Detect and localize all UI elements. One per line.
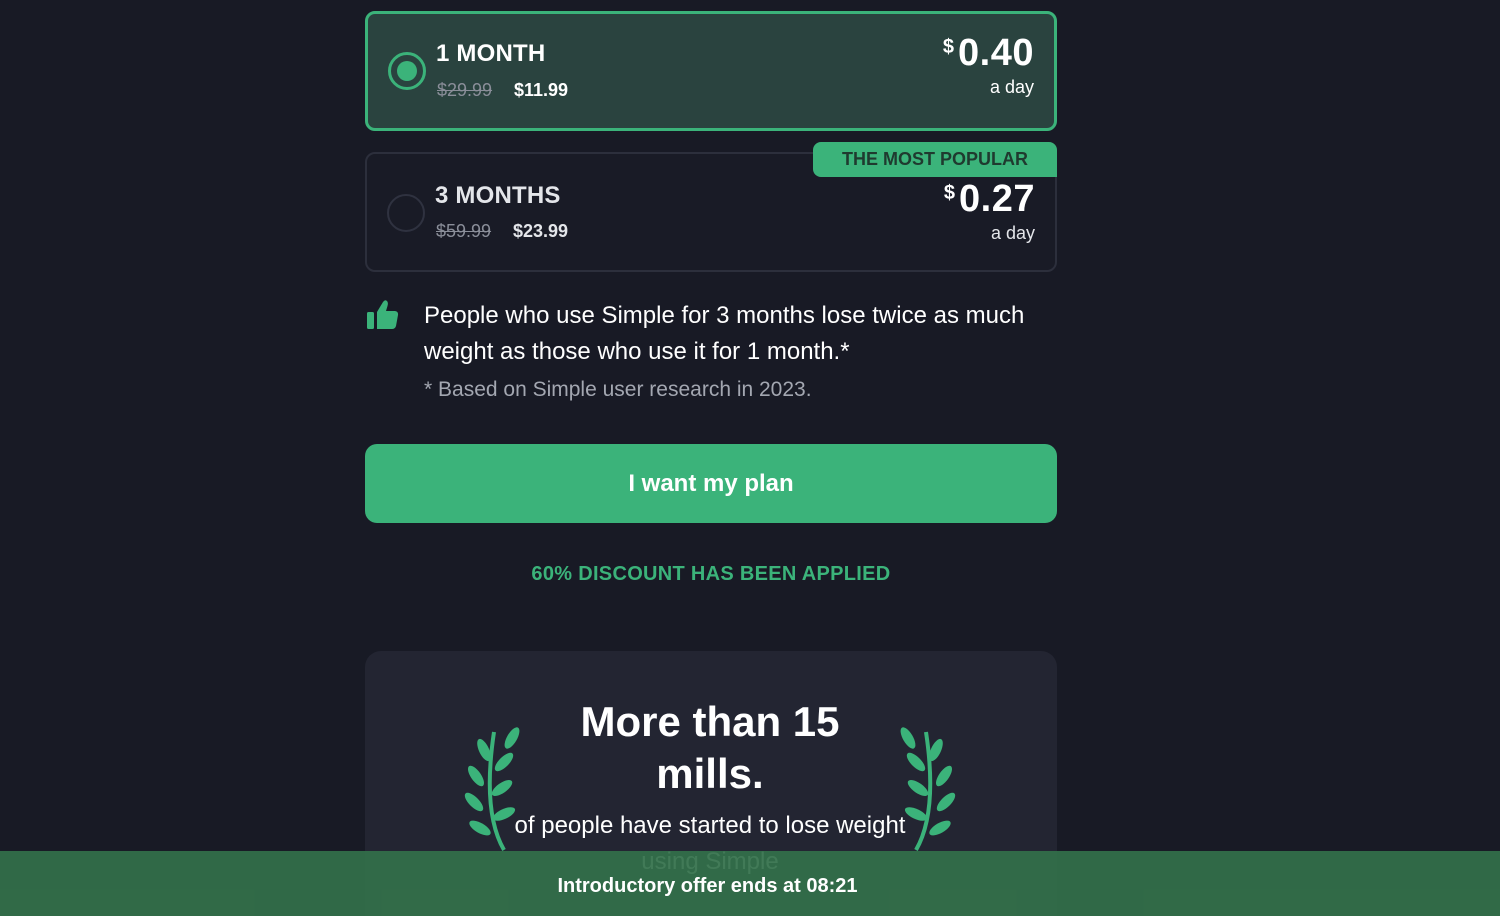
per-day-label: a day xyxy=(989,77,1034,97)
currency-symbol: $ xyxy=(943,182,956,204)
plan-new-price: $23.99 xyxy=(513,221,569,241)
offer-timer-text: Introductory offer ends at 08:21 xyxy=(557,875,858,897)
per-day-price-block: $0.27 a day xyxy=(944,178,1035,244)
want-my-plan-button[interactable]: I want my plan xyxy=(365,444,1057,523)
pricing-page: 1 MONTH $29.99 $11.99 $0.40 a day THE MO… xyxy=(0,0,1500,916)
plan-name: 3 MONTHS xyxy=(435,182,561,209)
per-day-price: 0.40 xyxy=(958,32,1034,74)
per-day-price-block: $0.40 a day xyxy=(943,32,1034,98)
most-popular-badge: THE MOST POPULAR xyxy=(813,142,1057,177)
plan-new-price: $11.99 xyxy=(514,80,569,100)
plan-old-price: $59.99 xyxy=(436,221,492,241)
research-footnote: * Based on Simple user research in 2023. xyxy=(424,378,812,401)
plan-option-1-month[interactable]: 1 MONTH $29.99 $11.99 $0.40 a day xyxy=(365,11,1057,131)
plan-old-price: $29.99 xyxy=(437,80,493,100)
plan-option-3-months[interactable]: THE MOST POPULAR 3 MONTHS $59.99 $23.99 … xyxy=(365,142,1057,272)
per-day-label: a day xyxy=(990,223,1035,243)
radio-selected-icon[interactable] xyxy=(388,52,426,90)
per-day-price: 0.27 xyxy=(959,178,1035,220)
radio-unselected-icon[interactable] xyxy=(387,194,425,232)
info-text: People who use Simple for 3 months lose … xyxy=(424,302,1025,365)
plan-name: 1 MONTH xyxy=(436,40,546,67)
discount-notice: 60% DISCOUNT HAS BEEN APPLIED xyxy=(531,563,891,585)
social-proof-headline: More than 15 mills. xyxy=(580,698,840,797)
thumbs-up-icon xyxy=(367,300,399,329)
currency-symbol: $ xyxy=(942,36,955,58)
